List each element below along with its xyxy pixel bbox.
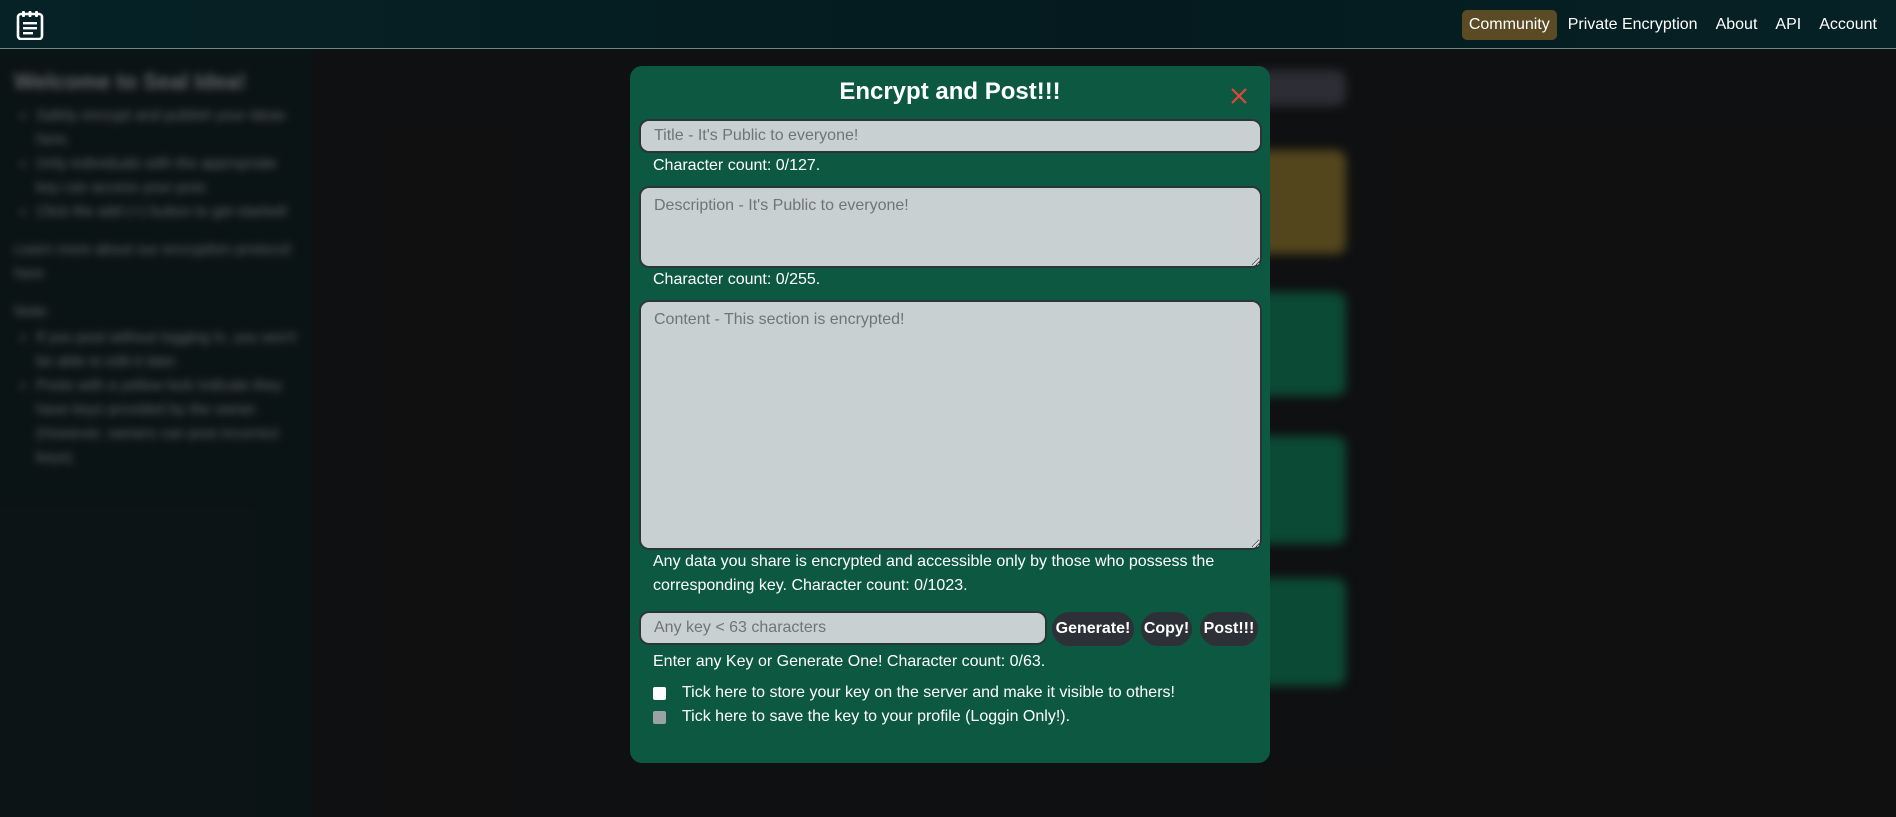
nav-link-private-encryption[interactable]: Private Encryption bbox=[1561, 10, 1705, 40]
content-encryption-note: Any data you share is encrypted and acce… bbox=[653, 553, 1215, 570]
notepad-logo-icon[interactable] bbox=[16, 10, 44, 40]
key-input[interactable] bbox=[639, 611, 1047, 645]
title-character-count: Character count: 0/127. bbox=[653, 157, 821, 174]
save-key-profile-option: Tick here to save the key to your profil… bbox=[653, 708, 1070, 726]
nav-link-community[interactable]: Community bbox=[1461, 10, 1557, 40]
store-key-checkbox[interactable] bbox=[653, 686, 666, 700]
generate-button[interactable]: Generate! bbox=[1052, 612, 1134, 646]
nav-link-api[interactable]: API bbox=[1768, 10, 1808, 40]
store-key-option: Tick here to store your key on the serve… bbox=[653, 684, 1175, 702]
save-key-profile-label: Tick here to save the key to your profil… bbox=[682, 708, 1071, 725]
nav-links: Community Private Encryption About API A… bbox=[1461, 10, 1884, 40]
description-textarea[interactable] bbox=[639, 186, 1262, 268]
key-character-count: Enter any Key or Generate One! Character… bbox=[653, 653, 1046, 670]
nav-link-account[interactable]: Account bbox=[1812, 10, 1884, 40]
content-textarea[interactable] bbox=[639, 300, 1262, 550]
post-button[interactable]: Post!!! bbox=[1200, 612, 1258, 646]
copy-button[interactable]: Copy! bbox=[1141, 612, 1192, 646]
store-key-label: Tick here to store your key on the serve… bbox=[682, 684, 1175, 701]
content-character-count: corresponding key. Character count: 0/10… bbox=[653, 577, 968, 594]
encrypt-post-modal: Encrypt and Post!!! Character count: 0/1… bbox=[630, 66, 1270, 763]
top-navbar: Community Private Encryption About API A… bbox=[0, 0, 1896, 49]
save-key-profile-checkbox[interactable] bbox=[653, 710, 666, 724]
title-input[interactable] bbox=[639, 119, 1262, 153]
nav-link-about[interactable]: About bbox=[1709, 10, 1765, 40]
modal-title: Encrypt and Post!!! bbox=[839, 78, 1061, 105]
description-character-count: Character count: 0/255. bbox=[653, 271, 821, 288]
close-icon[interactable] bbox=[1229, 86, 1249, 106]
